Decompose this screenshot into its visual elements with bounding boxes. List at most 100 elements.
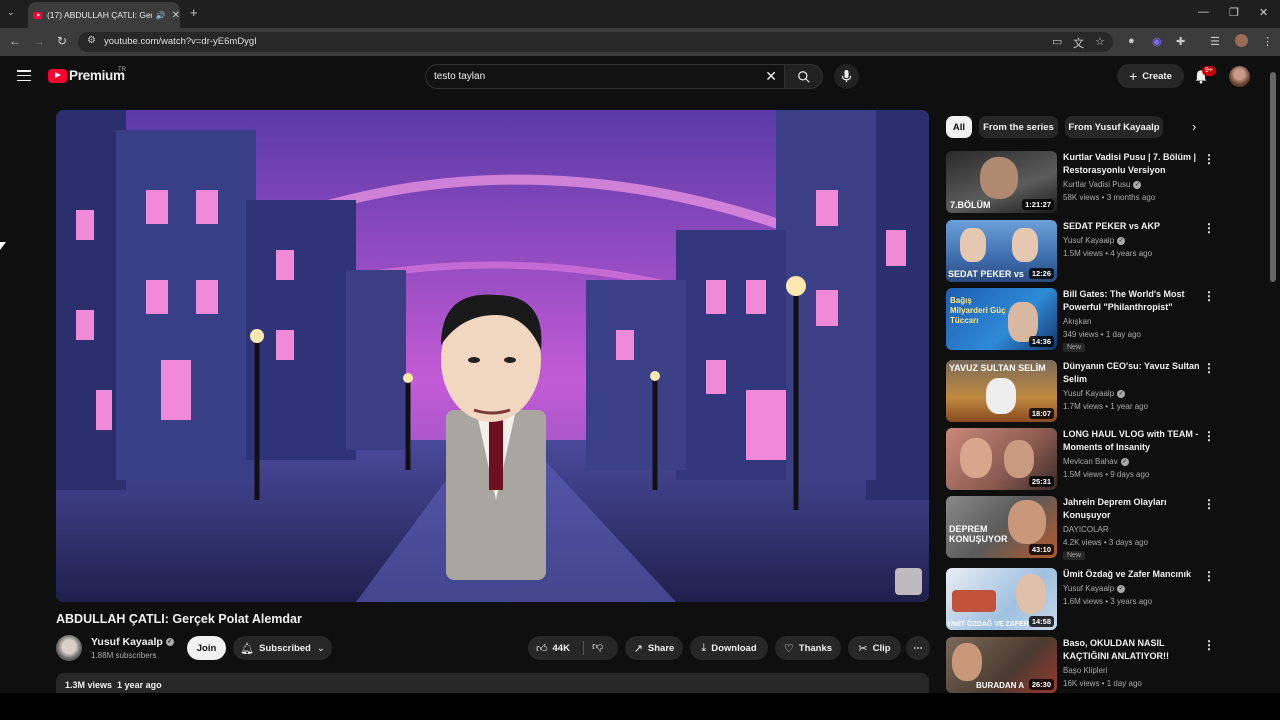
cast-icon[interactable]: ▭ <box>1052 35 1062 48</box>
recommendation-item[interactable]: SEDAT PEKER vs 12:26 SEDAT PEKER vs AKP … <box>946 220 1276 284</box>
close-window-icon[interactable]: ✕ <box>1259 6 1268 19</box>
profile-avatar-icon[interactable] <box>1235 34 1248 47</box>
rec-title[interactable]: Bill Gates: The World's Most Powerful "P… <box>1063 288 1203 314</box>
download-button[interactable]: ⤓ Download <box>690 636 768 660</box>
youtube-logo[interactable]: Premium TR <box>48 67 126 83</box>
rec-channel[interactable]: Yusuf Kayaalp ✓ <box>1063 236 1126 245</box>
more-vertical-icon[interactable]: ⋮ <box>1203 152 1215 166</box>
reload-icon[interactable]: ↻ <box>57 34 67 48</box>
video-thumbnail[interactable]: YAVUZ SULTAN SELİM 18:07 <box>946 360 1057 422</box>
minimize-icon[interactable]: — <box>1198 6 1209 18</box>
rec-channel[interactable]: Başo Klipleri <box>1063 666 1107 675</box>
thumbs-down-icon[interactable]: 👎︎ <box>592 640 603 653</box>
youtube-play-icon <box>48 68 67 83</box>
chevron-right-icon[interactable]: › <box>1192 119 1196 134</box>
video-thumbnail[interactable]: BURADAN A 26:30 <box>946 637 1057 693</box>
recommendation-item[interactable]: Bağış Milyarderi Güç Tüccarı 14:36 Bill … <box>946 288 1276 352</box>
account-avatar[interactable] <box>1229 66 1250 87</box>
menu-icon[interactable] <box>17 70 31 82</box>
clip-button[interactable]: ✂ Clip <box>848 636 901 660</box>
video-thumbnail[interactable]: 7.BÖLÜM 1:21:27 <box>946 151 1057 213</box>
recommendation-item[interactable]: 7.BÖLÜM 1:21:27 Kurtlar Vadisi Pusu | 7.… <box>946 151 1276 215</box>
more-vertical-icon[interactable]: ⋮ <box>1203 221 1215 235</box>
create-button[interactable]: + Create <box>1117 64 1184 88</box>
bookmark-star-icon[interactable]: ☆ <box>1095 35 1105 48</box>
chip-from-the-series[interactable]: From the series <box>979 116 1058 138</box>
recommendation-item[interactable]: BURADAN A 26:30 Baso, OKULDAN NASIL KAÇT… <box>946 637 1276 693</box>
extensions-puzzle-icon[interactable]: ✚ <box>1176 35 1185 48</box>
rec-title[interactable]: SEDAT PEKER vs AKP <box>1063 220 1203 233</box>
thumbs-up-icon[interactable]: 👍︎ <box>536 642 548 655</box>
video-duration: 1:21:27 <box>1022 199 1054 210</box>
chip-from-yusuf-kayaalp[interactable]: From Yusuf Kayaalp <box>1065 116 1163 138</box>
reading-list-icon[interactable]: ☰ <box>1210 35 1220 48</box>
rec-title[interactable]: Kurtlar Vadisi Pusu | 7. Bölüm | Restora… <box>1063 151 1203 177</box>
browser-tab[interactable]: (17) ABDULLAH ÇATLI: Gerç 🔊 ✕ <box>28 2 180 28</box>
channel-name[interactable]: Yusuf Kayaalp ✓ <box>91 636 174 648</box>
channel-watermark-icon[interactable] <box>895 568 922 595</box>
address-bar[interactable]: ⚙ youtube.com/watch?v=dr-yE6mDygI <box>78 32 1113 52</box>
rec-channel[interactable]: Yusuf Kayaalp ✓ <box>1063 389 1126 398</box>
video-thumbnail[interactable]: DEPREM KONUŞUYOR 43:10 <box>946 496 1057 558</box>
more-vertical-icon[interactable]: ⋮ <box>1203 289 1215 303</box>
rec-channel[interactable]: Mevlcan Bahav ✓ <box>1063 457 1129 466</box>
video-player[interactable] <box>56 110 929 602</box>
rec-title[interactable]: Ümit Özdağ ve Zafer Mancınık <box>1063 568 1203 581</box>
voice-search-button[interactable] <box>834 64 859 89</box>
thumbnail-face <box>1004 440 1034 478</box>
more-actions-button[interactable]: ⋯ <box>906 636 930 660</box>
recommendation-item[interactable]: DEPREM KONUŞUYOR 43:10 Jahrein Deprem Ol… <box>946 496 1276 560</box>
rec-channel[interactable]: Kurtlar Vadisi Pusu ✓ <box>1063 180 1142 189</box>
speaker-icon[interactable]: 🔊 <box>156 11 166 20</box>
translate-icon[interactable]: 文 <box>1073 35 1084 51</box>
tab-search-icon[interactable]: ⌄ <box>7 7 15 18</box>
video-thumbnail[interactable]: SEDAT PEKER vs 12:26 <box>946 220 1057 282</box>
clear-search-icon[interactable]: ✕ <box>765 68 777 85</box>
rec-title[interactable]: Jahrein Deprem Olayları Konuşuyor <box>1063 496 1203 522</box>
back-icon[interactable]: ← <box>9 34 21 48</box>
rec-channel[interactable]: Akışkan <box>1063 317 1091 326</box>
download-icon: ⤓ <box>701 641 707 654</box>
video-thumbnail[interactable]: ÜMİT ÖZDAĞ VE ZAFER 14:58 <box>946 568 1057 630</box>
scrollbar-thumb[interactable] <box>1270 72 1276 282</box>
site-info-icon[interactable]: ⚙ <box>87 35 96 46</box>
search-input[interactable]: testo taylan ✕ <box>425 64 787 89</box>
search-query: testo taylan <box>434 71 486 82</box>
recommendation-item[interactable]: ÜMİT ÖZDAĞ VE ZAFER 14:58 Ümit Özdağ ve … <box>946 568 1276 632</box>
recommendation-item[interactable]: YAVUZ SULTAN SELİM 18:07 Dünyanın CEO'su… <box>946 360 1276 424</box>
search-button[interactable] <box>784 64 823 89</box>
rec-title[interactable]: Baso, OKULDAN NASIL KAÇTIĞINI ANLATIYOR!… <box>1063 637 1203 663</box>
share-button[interactable]: ↗ Share <box>625 636 683 660</box>
more-vertical-icon[interactable]: ⋮ <box>1203 361 1215 375</box>
discord-extension-icon[interactable]: ◉ <box>1152 35 1162 48</box>
rec-channel[interactable]: Yusuf Kayaalp ✓ <box>1063 584 1126 593</box>
thumbnail-text: 7.BÖLÜM <box>950 200 991 210</box>
forward-icon[interactable]: → <box>33 34 45 48</box>
more-vertical-icon[interactable]: ⋮ <box>1203 638 1215 652</box>
close-tab-icon[interactable]: ✕ <box>172 10 180 21</box>
more-vertical-icon[interactable]: ⋮ <box>1203 497 1215 511</box>
join-button[interactable]: Join <box>187 636 226 660</box>
rec-channel[interactable]: DAYICOLAR <box>1063 525 1109 534</box>
more-vertical-icon[interactable]: ⋮ <box>1203 429 1215 443</box>
rec-channel-text: Yusuf Kayaalp <box>1063 584 1115 593</box>
thanks-button[interactable]: ♡ Thanks <box>775 636 841 660</box>
like-count[interactable]: 44K <box>553 643 570 654</box>
video-thumbnail[interactable]: 25:31 <box>946 428 1057 490</box>
rec-title[interactable]: LONG HAUL VLOG with TEAM - Moments of In… <box>1063 428 1203 454</box>
more-vertical-icon[interactable]: ⋮ <box>1203 569 1215 583</box>
page-scrollbar[interactable] <box>1270 62 1276 692</box>
chip-all[interactable]: All <box>946 116 972 138</box>
channel-avatar[interactable] <box>56 635 82 661</box>
restore-icon[interactable]: ❐ <box>1229 6 1239 19</box>
recommendation-item[interactable]: 25:31 LONG HAUL VLOG with TEAM - Moments… <box>946 428 1276 492</box>
extension-dot-icon[interactable]: ● <box>1128 35 1135 47</box>
new-tab-button[interactable]: + <box>190 5 198 20</box>
thanks-label: Thanks <box>798 642 833 654</box>
subscribed-button[interactable]: 🔔︎ Subscribed ⌄ <box>233 636 332 660</box>
video-thumbnail[interactable]: Bağış Milyarderi Güç Tüccarı 14:36 <box>946 288 1057 350</box>
subscribed-label: Subscribed <box>259 642 311 654</box>
thumbnail-text: DEPREM KONUŞUYOR <box>949 524 1008 544</box>
browser-menu-icon[interactable]: ⋮ <box>1262 35 1273 48</box>
rec-title[interactable]: Dünyanın CEO'su: Yavuz Sultan Selim <box>1063 360 1203 386</box>
